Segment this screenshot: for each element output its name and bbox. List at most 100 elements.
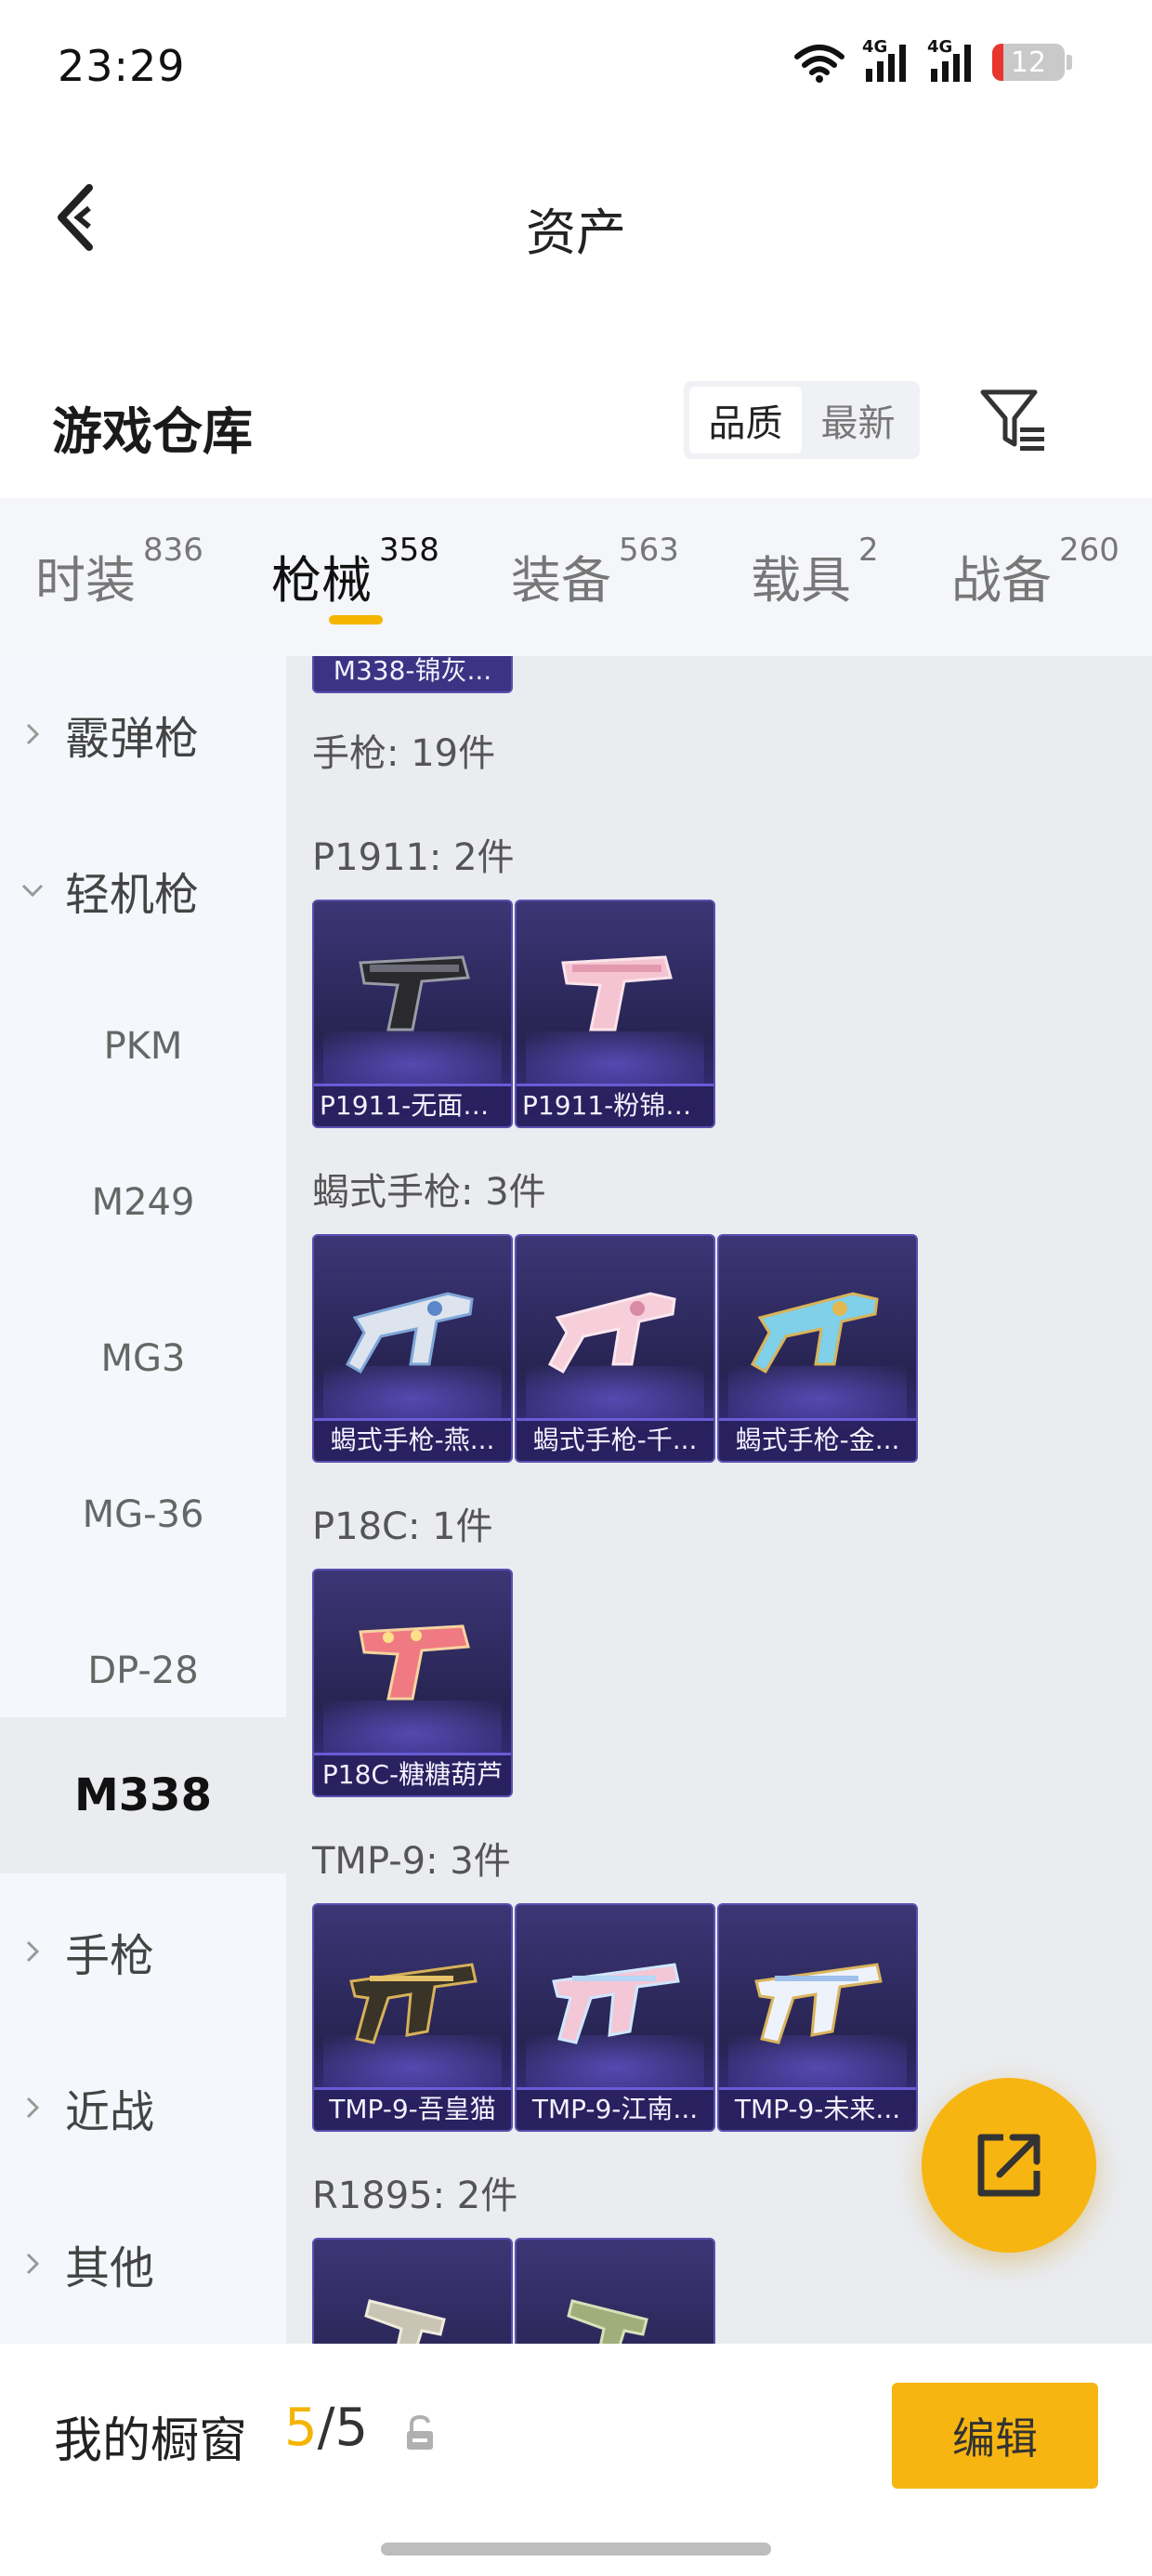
home-indicator[interactable] <box>381 2543 771 2556</box>
sidebar-item-other[interactable]: 其他 <box>0 2186 286 2342</box>
item-name: 蝎式手枪-燕... <box>314 1418 511 1461</box>
sidebar-item-mg3[interactable]: MG3 <box>0 1281 286 1437</box>
sidebar-item-pistol[interactable]: 手枪 <box>0 1873 286 2030</box>
tab-active-indicator <box>329 615 383 624</box>
warehouse-title: 游戏仓库 <box>52 402 253 461</box>
item-card[interactable]: 蝎式手枪-千... <box>515 1234 715 1463</box>
chevron-right-icon <box>0 720 65 748</box>
item-card[interactable] <box>312 2238 513 2344</box>
sort-quality-button[interactable]: 品质 <box>689 387 802 453</box>
smg-icon <box>754 1963 883 2044</box>
item-card[interactable]: P18C-糖糖葫芦 <box>312 1569 513 1797</box>
tab-count: 836 <box>143 532 203 569</box>
smg-icon <box>349 1963 478 2044</box>
chevron-right-icon <box>0 1938 65 1965</box>
sidebar-item-m249[interactable]: M249 <box>0 1124 286 1281</box>
category-tabs: 时装836 枪械358 装备563 载具2 战备260 <box>0 498 1152 656</box>
sidebar-item-pkm[interactable]: PKM <box>0 968 286 1124</box>
item-card[interactable]: 蝎式手枪-金... <box>717 1234 918 1463</box>
item-card[interactable]: P1911-粉锦千层 <box>515 900 715 1128</box>
item-name: TMP-9-江南... <box>517 2087 713 2130</box>
sidebar-item-melee[interactable]: 近战 <box>0 2030 286 2186</box>
tab-equipment[interactable]: 装备563 <box>511 532 679 612</box>
nav-bar: 资产 <box>0 158 1152 279</box>
sidebar-item-label: 近战 <box>65 2086 155 2138</box>
tab-vehicles[interactable]: 载具2 <box>751 532 879 612</box>
edit-button[interactable]: 编辑 <box>892 2383 1098 2489</box>
battery-level: 12 <box>1010 46 1047 79</box>
sidebar-item-label: 轻机枪 <box>65 869 200 921</box>
group-label: TMP-9: 3件 <box>312 1840 511 1883</box>
lock-icon <box>407 2414 433 2450</box>
group-label: P1911: 2件 <box>312 836 515 879</box>
group-label: R1895: 2件 <box>312 2175 518 2217</box>
smg-icon <box>547 1292 676 1374</box>
status-icons: 4G 4G 12 <box>793 37 1072 84</box>
cell-signal-icon: 4G <box>862 37 910 84</box>
status-time: 23:29 <box>58 41 186 91</box>
item-card[interactable]: TMP-9-未来... <box>717 1903 918 2132</box>
showcase-total: /5 <box>317 2398 369 2458</box>
section-label: 手枪: 19件 <box>312 732 496 775</box>
sidebar-item-label: 霰弹枪 <box>65 713 200 765</box>
status-bar: 23:29 4G 4G 12 <box>0 0 1152 130</box>
chevron-right-icon <box>0 2250 65 2278</box>
wifi-icon <box>794 45 844 83</box>
sidebar-item-label: 其他 <box>65 2242 155 2294</box>
tab-supplies[interactable]: 战备260 <box>951 532 1119 612</box>
share-icon <box>977 2134 1041 2197</box>
showcase-current: 5 <box>284 2398 318 2458</box>
tab-label: 时装 <box>35 551 136 610</box>
weapon-type-sidebar: 霰弹枪 轻机枪 PKM M249 MG3 MG-36 DP-28 M338 手枪… <box>0 656 286 2344</box>
tab-count: 563 <box>619 532 679 569</box>
battery-tip <box>1067 55 1072 70</box>
pistol-icon <box>561 955 673 1032</box>
sidebar-item-m338[interactable]: M338 <box>0 1717 286 1873</box>
sidebar-item-lmg[interactable]: 轻机枪 <box>0 812 286 968</box>
tab-label: 枪械 <box>271 551 372 610</box>
tab-label: 装备 <box>511 551 611 610</box>
item-card[interactable]: TMP-9-江南... <box>515 1903 715 2132</box>
revolver-icon <box>567 2299 648 2344</box>
item-name: 蝎式手枪-千... <box>517 1418 713 1461</box>
item-name: TMP-9-吾皇猫 <box>314 2087 511 2130</box>
tab-fashion[interactable]: 时装836 <box>35 532 203 612</box>
showcase-bar: 我的橱窗 5/5 编辑 <box>0 2344 1152 2576</box>
revolver-icon <box>364 2299 446 2344</box>
chevron-right-icon <box>0 2094 65 2122</box>
item-card[interactable]: 蝎式手枪-燕... <box>312 1234 513 1463</box>
group-label: P18C: 1件 <box>312 1505 493 1548</box>
tab-count: 358 <box>379 532 439 569</box>
item-card[interactable]: P1911-无面战... <box>312 900 513 1128</box>
filter-icon <box>980 389 1044 451</box>
tab-count: 260 <box>1059 532 1119 569</box>
item-name: TMP-9-未来... <box>719 2087 916 2130</box>
smg-icon <box>345 1292 474 1374</box>
sidebar-item-label: 手枪 <box>65 1930 155 1982</box>
tab-label: 战备 <box>951 551 1052 610</box>
item-name: P1911-粉锦千层 <box>517 1084 713 1126</box>
tab-count: 2 <box>858 532 879 569</box>
item-card[interactable] <box>515 2238 715 2344</box>
tab-label: 载具 <box>751 551 851 610</box>
pistol-icon <box>359 955 470 1032</box>
item-name: P18C-糖糖葫芦 <box>314 1753 511 1795</box>
share-button[interactable] <box>922 2078 1096 2253</box>
filter-button[interactable] <box>977 383 1052 457</box>
item-card-partial[interactable]: M338-锦灰... <box>312 656 513 693</box>
smg-icon <box>750 1292 879 1374</box>
showcase-label: 我的橱窗 <box>54 2413 248 2469</box>
sort-newest-button[interactable]: 最新 <box>802 387 914 453</box>
item-name: P1911-无面战... <box>314 1084 511 1126</box>
group-label: 蝎式手枪: 3件 <box>312 1171 546 1214</box>
sidebar-item-mg36[interactable]: MG-36 <box>0 1437 286 1593</box>
item-card[interactable]: TMP-9-吾皇猫 <box>312 1903 513 2132</box>
sidebar-item-shotgun[interactable]: 霰弹枪 <box>0 656 286 812</box>
showcase-count: 5/5 <box>284 2398 368 2458</box>
page-title: 资产 <box>526 204 626 262</box>
warehouse-header: 游戏仓库 品质 最新 <box>0 372 1152 474</box>
item-name: 蝎式手枪-金... <box>719 1418 916 1461</box>
tab-firearms[interactable]: 枪械358 <box>271 532 439 612</box>
battery-icon: 12 <box>992 44 1065 81</box>
pistol-icon <box>359 1624 470 1701</box>
